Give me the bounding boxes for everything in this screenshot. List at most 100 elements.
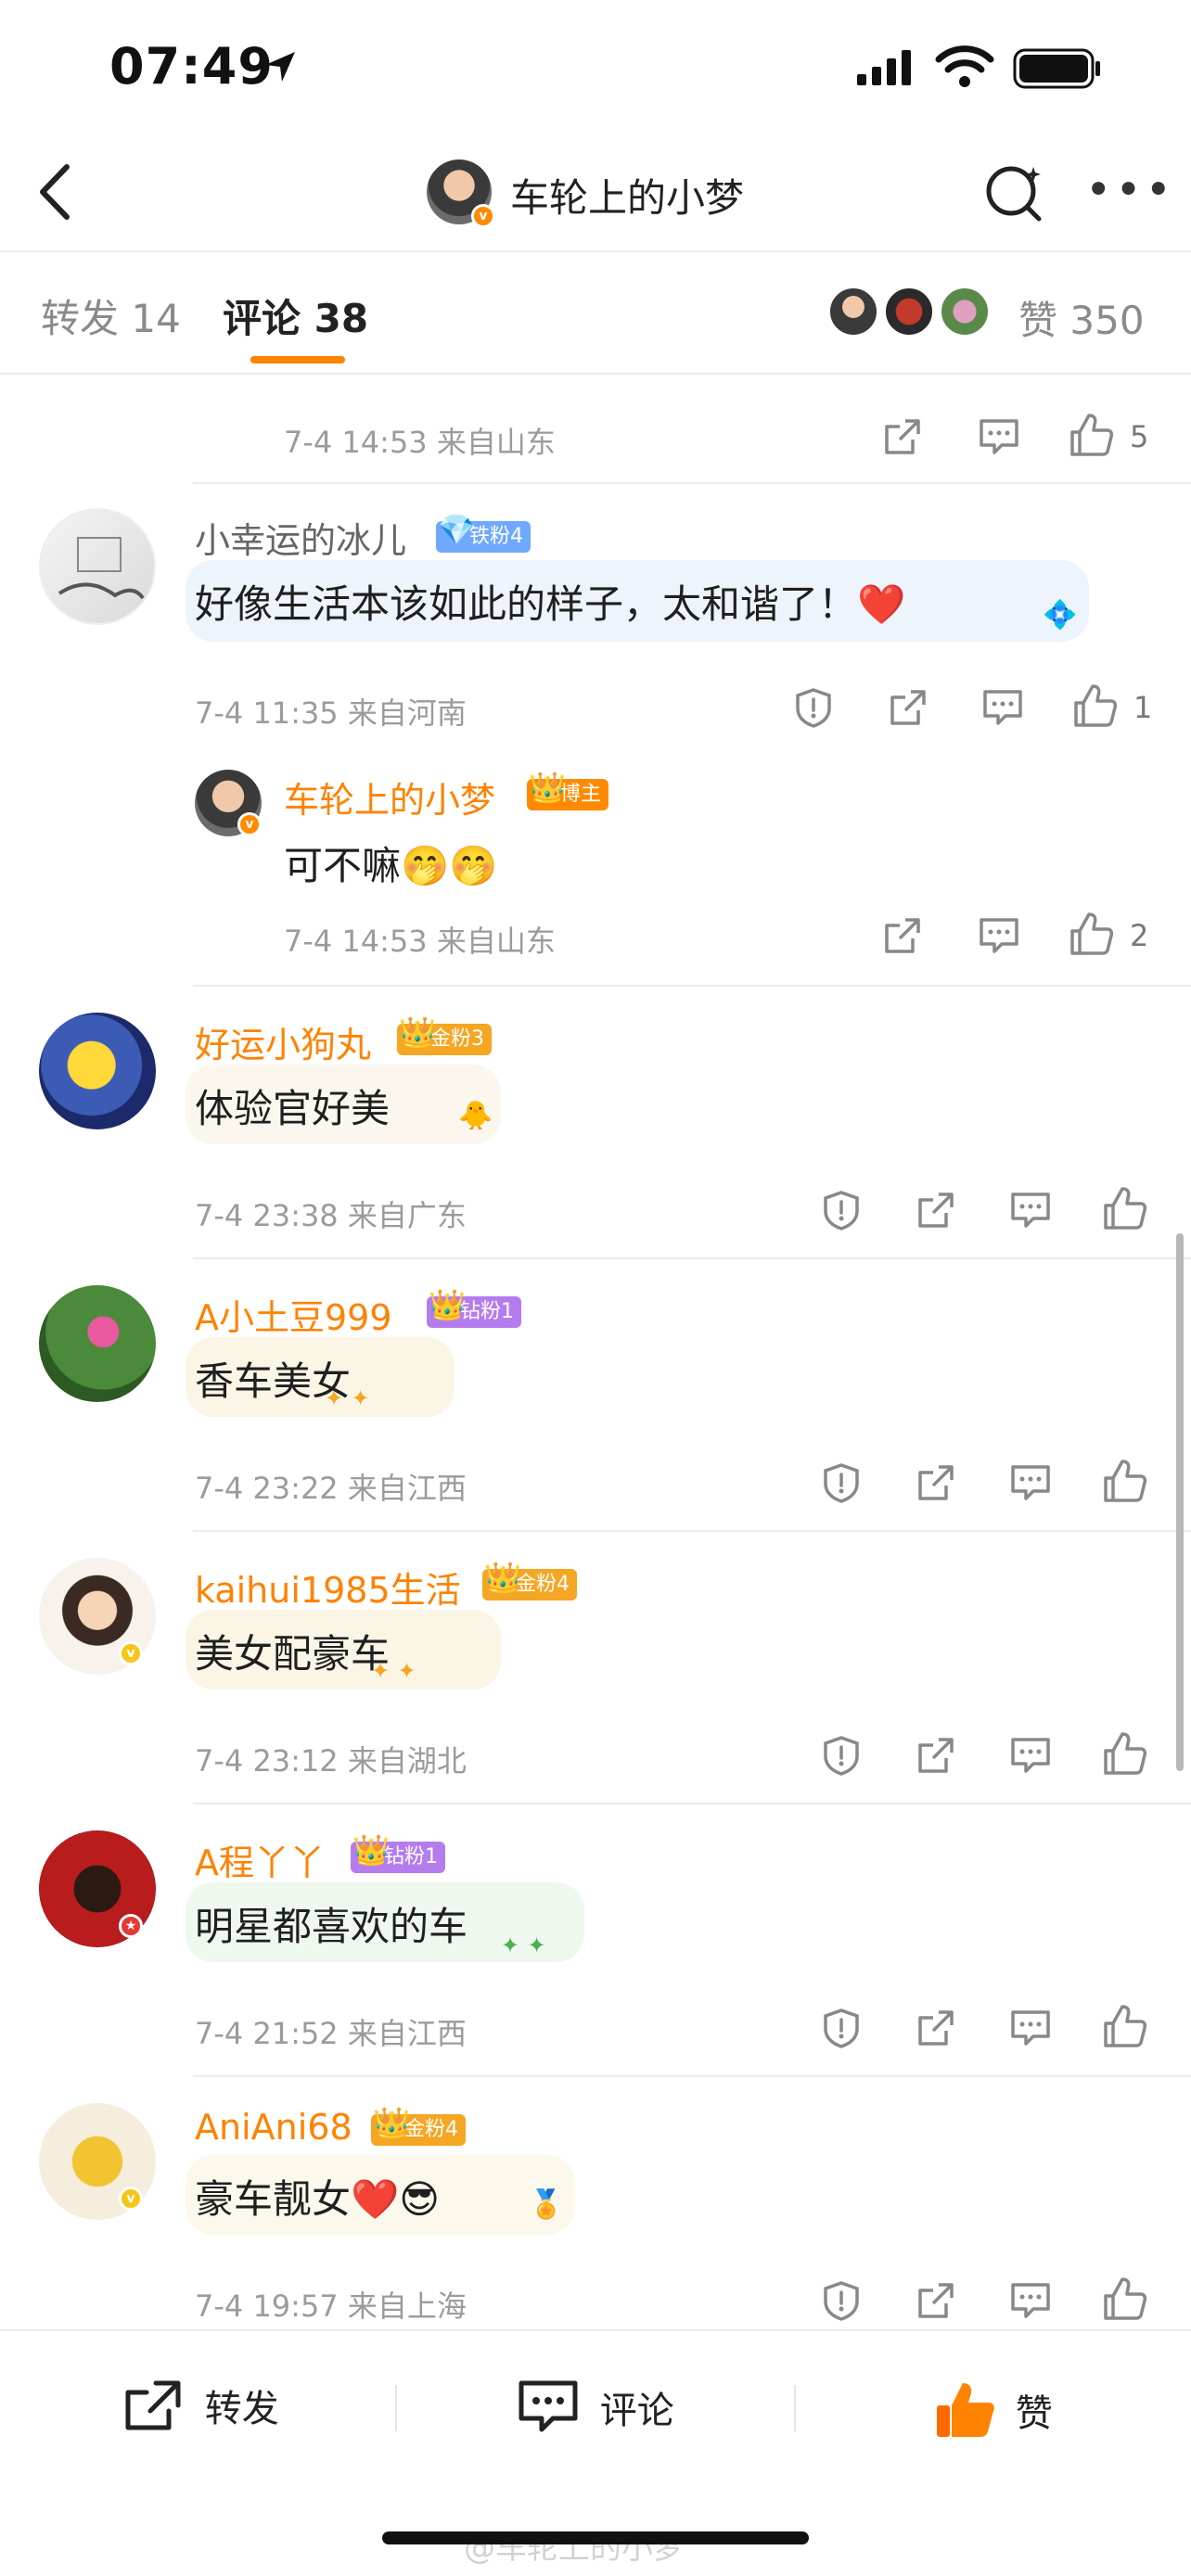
share-icon[interactable]	[887, 686, 929, 729]
divider	[193, 1803, 1191, 1804]
sticker-decoration-icon: ✦ ✦	[501, 1932, 546, 1958]
comment-meta: 7-4 21:52 来自江西	[195, 2016, 467, 2051]
like-thumb-icon[interactable]	[1102, 1730, 1148, 1777]
like-count: 2	[1130, 918, 1149, 953]
report-icon[interactable]	[820, 1734, 863, 1777]
like-thumb-icon[interactable]	[1102, 1185, 1148, 1231]
home-indicator[interactable]	[382, 2531, 809, 2544]
comment-text: 好像生活本该如此的样子，太和谐了！❤️	[195, 573, 905, 630]
like-label: 赞	[1015, 2392, 1053, 2435]
comment-icon[interactable]	[981, 686, 1024, 729]
fan-badge: 👑 金粉4	[371, 2107, 466, 2146]
tab-bar: 转发 14 评论 38 赞 350	[0, 252, 1191, 373]
liker-avatar[interactable]	[883, 286, 935, 338]
commenter-name[interactable]: AniAni68	[195, 2107, 352, 2148]
verified-badge-icon: v	[471, 204, 495, 228]
comment-icon[interactable]	[1009, 1189, 1052, 1231]
divider	[193, 482, 1191, 484]
fan-badge: 👑 金粉3	[397, 1016, 492, 1055]
like-button[interactable]: 赞	[933, 2378, 1053, 2442]
reply-author-name[interactable]: 车轮上的小梦	[284, 772, 495, 823]
share-icon[interactable]	[915, 1734, 957, 1777]
comment-button[interactable]: 评论	[516, 2378, 674, 2437]
page-title[interactable]: 车轮上的小梦	[510, 167, 744, 223]
like-thumb-icon[interactable]	[1102, 1458, 1148, 1504]
share-icon[interactable]	[915, 2007, 957, 2049]
commenter-name[interactable]: A小土豆999	[195, 1289, 392, 1340]
tab-repost-count: 14	[131, 296, 181, 341]
cellular-signal-icon	[857, 50, 911, 85]
report-icon[interactable]	[792, 686, 835, 729]
share-icon[interactable]	[915, 2279, 957, 2322]
divider	[193, 2075, 1191, 2077]
liker-avatar[interactable]	[939, 286, 991, 338]
report-icon[interactable]	[820, 1189, 863, 1231]
tab-likes-label: 赞	[1018, 298, 1058, 343]
separator	[794, 2385, 796, 2431]
fan-badge: 👑 钻粉1	[351, 1834, 445, 1873]
crown-icon: 👑	[352, 1832, 390, 1868]
comment-meta: 7-4 23:22 来自江西	[195, 1471, 467, 1506]
report-icon[interactable]	[820, 2279, 863, 2322]
commenter-name[interactable]: kaihui1985生活	[195, 1562, 461, 1613]
fan-badge-label: 金粉4	[404, 2118, 458, 2141]
report-icon[interactable]	[820, 2007, 863, 2049]
commenter-name[interactable]: A程丫丫	[195, 1834, 325, 1885]
back-chevron-icon[interactable]	[28, 159, 83, 224]
commenter-name[interactable]: 小幸运的冰儿	[195, 512, 406, 563]
verified-badge-icon: v	[119, 2187, 143, 2211]
fan-badge: 💎 铁粉4	[436, 514, 531, 553]
commenter-name[interactable]: 好运小狗丸	[195, 1016, 371, 1067]
like-thumb-icon[interactable]	[1102, 2276, 1148, 2322]
tab-repost-label: 转发	[41, 296, 120, 341]
share-icon[interactable]	[881, 415, 924, 458]
like-thumb-icon[interactable]	[1069, 911, 1115, 957]
ink-painting-image	[58, 537, 145, 600]
report-icon[interactable]	[820, 1461, 863, 1504]
liker-avatar[interactable]	[827, 286, 879, 338]
comment-meta: 7-4 23:12 来自湖北	[195, 1743, 467, 1779]
nav-bar: v 车轮上的小梦 •••	[0, 139, 1191, 250]
comment-meta: 7-4 19:57 来自上海	[195, 2289, 467, 2324]
scrollbar[interactable]	[1176, 1233, 1184, 1771]
tab-repost[interactable]: 转发 14	[41, 287, 181, 344]
comment-icon[interactable]	[1009, 1461, 1052, 1504]
crown-icon: 👑	[529, 770, 566, 805]
repost-label: 转发	[204, 2388, 279, 2430]
repost-button[interactable]: 转发	[121, 2378, 279, 2433]
like-thumb-icon[interactable]	[1069, 412, 1115, 458]
share-icon[interactable]	[915, 1189, 957, 1231]
tab-comments-label: 评论	[223, 296, 301, 341]
share-icon[interactable]	[881, 914, 924, 957]
location-arrow-icon	[265, 52, 295, 82]
verified-badge-icon: v	[237, 812, 262, 836]
comment-text-body: 好像生活本该如此的样子，太和谐了！	[195, 581, 858, 627]
commenter-avatar[interactable]	[39, 1285, 156, 1402]
tab-comments[interactable]: 评论 38	[223, 287, 368, 344]
comment-text: 豪车靓女❤️😎	[195, 2168, 440, 2225]
like-count: 1	[1133, 690, 1153, 725]
more-options-icon[interactable]: •••	[1085, 168, 1175, 212]
share-icon[interactable]	[915, 1461, 957, 1504]
separator	[395, 2385, 397, 2431]
comment-icon[interactable]	[1009, 2279, 1052, 2322]
tab-likes[interactable]: 赞 350	[1018, 289, 1145, 346]
sticker-decoration-icon: ✦ ✦	[371, 1658, 416, 1684]
fan-badge-label: 钻粉1	[384, 1845, 438, 1868]
search-icon[interactable]	[981, 159, 1046, 224]
like-thumb-icon[interactable]	[1072, 682, 1119, 729]
comment-icon[interactable]	[978, 415, 1020, 458]
comment-icon[interactable]	[1009, 1734, 1052, 1777]
comment-icon[interactable]	[978, 914, 1020, 957]
comment-text: 明星都喜欢的车	[195, 1904, 468, 1949]
commenter-avatar[interactable]	[39, 508, 156, 625]
commenter-avatar[interactable]	[39, 1013, 156, 1129]
repost-icon	[125, 2380, 181, 2430]
comment-icon[interactable]	[1009, 2007, 1052, 2049]
blogger-badge-label: 博主	[560, 783, 602, 806]
like-thumb-icon[interactable]	[1102, 2003, 1148, 2049]
comment-icon	[519, 2380, 578, 2432]
status-bar: 07:49	[0, 0, 1191, 139]
tab-comments-count: 38	[314, 296, 369, 341]
fan-badge-label: 金粉4	[516, 1573, 570, 1596]
